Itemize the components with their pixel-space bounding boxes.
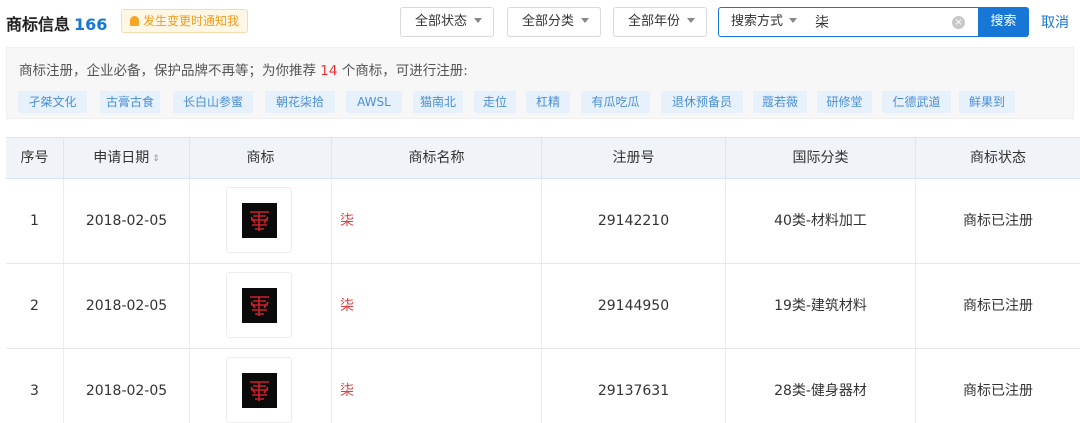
category-filter-label: 全部分类 bbox=[522, 14, 575, 29]
row-logo bbox=[190, 179, 332, 263]
recommend-tag[interactable]: 猫南北 bbox=[413, 91, 463, 113]
search-mode-label: 搜索方式 bbox=[731, 14, 784, 29]
row-regno: 29144950 bbox=[542, 264, 726, 348]
year-filter-dropdown[interactable]: 全部年份 bbox=[613, 7, 707, 37]
search-input[interactable] bbox=[815, 10, 945, 34]
bell-icon bbox=[130, 16, 139, 26]
col-logo-header: 商标 bbox=[190, 138, 332, 178]
row-name[interactable]: 柒 bbox=[332, 179, 542, 263]
notify-button[interactable]: 发生变更时通知我 bbox=[121, 9, 249, 33]
row-logo bbox=[190, 264, 332, 348]
trademark-thumbnail[interactable] bbox=[226, 187, 292, 253]
recommend-text-before: 商标注册，企业必备，保护品牌不再等；为你推荐 bbox=[19, 63, 321, 79]
recommend-tag[interactable]: 杠精 bbox=[526, 91, 570, 113]
trademark-image bbox=[242, 373, 277, 408]
row-logo bbox=[190, 349, 332, 423]
caret-down-icon bbox=[474, 18, 483, 23]
caret-down-icon bbox=[687, 18, 696, 23]
row-name[interactable]: 柒 bbox=[332, 349, 542, 423]
search-box: 搜索方式 × bbox=[718, 7, 978, 37]
recommend-tag[interactable]: 仁德武道 bbox=[882, 91, 951, 113]
year-filter-label: 全部年份 bbox=[628, 14, 681, 29]
notify-label: 发生变更时通知我 bbox=[143, 14, 240, 28]
table-row[interactable]: 2 2018-02-05 柒 29144950 19类-建筑材料 商标已注册 bbox=[6, 264, 1080, 349]
recommend-tag[interactable]: 有瓜吃瓜 bbox=[581, 91, 650, 113]
col-regno-header: 注册号 bbox=[542, 138, 726, 178]
caret-down-icon bbox=[789, 18, 798, 23]
recommend-tag[interactable]: 朝花柒拾 bbox=[265, 91, 335, 113]
search-button[interactable]: 搜索 bbox=[978, 7, 1029, 37]
page-title: 商标信息 166 bbox=[6, 11, 107, 35]
recommend-tags: 孑桀文化 古膏古食 长白山参蜜 朝花柒拾 AWSL 猫南北 走位 杠精 有瓜吃瓜… bbox=[18, 91, 1068, 113]
recommend-tag[interactable]: 走位 bbox=[474, 91, 516, 113]
col-date-label: 申请日期 bbox=[93, 150, 150, 166]
row-date: 2018-02-05 bbox=[64, 264, 190, 348]
trademark-image bbox=[242, 288, 277, 323]
row-name[interactable]: 柒 bbox=[332, 264, 542, 348]
row-class: 40类-材料加工 bbox=[726, 179, 916, 263]
recommend-count: 14 bbox=[320, 63, 338, 79]
recommend-tag[interactable]: AWSL bbox=[346, 91, 402, 113]
row-index: 1 bbox=[6, 179, 64, 263]
recommend-tag[interactable]: 孑桀文化 bbox=[18, 91, 87, 113]
col-status-header: 商标状态 bbox=[970, 150, 1026, 166]
recommend-tag[interactable]: 鲜果到 bbox=[959, 91, 1015, 113]
row-class: 28类-健身器材 bbox=[726, 349, 916, 423]
row-index: 3 bbox=[6, 349, 64, 423]
row-date: 2018-02-05 bbox=[64, 349, 190, 423]
recommend-tag[interactable]: 退休预备员 bbox=[661, 91, 743, 113]
trademark-image bbox=[242, 203, 277, 238]
trademark-thumbnail[interactable] bbox=[226, 357, 292, 423]
row-regno: 29142210 bbox=[542, 179, 726, 263]
table-header: 序号 申请日期 ⇕ 商标 商标名称 注册号 国际分类 商标状态 bbox=[6, 137, 1080, 179]
col-name-header: 商标名称 bbox=[332, 138, 542, 178]
row-status: 商标已注册 bbox=[963, 213, 1033, 229]
recommend-text: 商标注册，企业必备，保护品牌不再等；为你推荐 14 个商标，可进行注册: bbox=[19, 59, 468, 79]
result-count: 166 bbox=[74, 15, 108, 34]
row-regno: 29137631 bbox=[542, 349, 726, 423]
sort-icon[interactable]: ⇕ bbox=[152, 139, 160, 179]
search-mode-dropdown[interactable]: 搜索方式 bbox=[731, 8, 798, 36]
recommend-tag[interactable]: 长白山参蜜 bbox=[173, 91, 253, 113]
recommend-tag[interactable]: 蔻若薇 bbox=[753, 91, 807, 113]
row-status: 商标已注册 bbox=[963, 298, 1033, 314]
row-class: 19类-建筑材料 bbox=[726, 264, 916, 348]
trademark-thumbnail[interactable] bbox=[226, 272, 292, 338]
toolbar: 商标信息166 发生变更时通知我 全部状态 全部分类 全部年份 搜索方式 × 搜… bbox=[0, 0, 1080, 44]
status-filter-dropdown[interactable]: 全部状态 bbox=[400, 7, 494, 37]
row-index: 2 bbox=[6, 264, 64, 348]
page-title-text: 商标信息 bbox=[6, 15, 71, 34]
status-filter-label: 全部状态 bbox=[415, 14, 468, 29]
row-status: 商标已注册 bbox=[963, 383, 1033, 399]
clear-icon[interactable]: × bbox=[952, 16, 965, 29]
caret-down-icon bbox=[581, 18, 590, 23]
cancel-link[interactable]: 取消 bbox=[1041, 12, 1069, 32]
recommend-text-after: 个商标，可进行注册: bbox=[337, 63, 468, 79]
recommend-tag[interactable]: 研修堂 bbox=[817, 91, 872, 113]
col-class-header: 国际分类 bbox=[726, 138, 916, 178]
table-row[interactable]: 1 2018-02-05 柒 29142210 40类-材料加工 商标已注册 bbox=[6, 179, 1080, 264]
recommend-tag[interactable]: 古膏古食 bbox=[100, 91, 160, 113]
category-filter-dropdown[interactable]: 全部分类 bbox=[507, 7, 601, 37]
col-date-header[interactable]: 申请日期 ⇕ bbox=[64, 138, 190, 178]
row-date: 2018-02-05 bbox=[64, 179, 190, 263]
col-index-header: 序号 bbox=[6, 138, 64, 178]
recommend-panel: 商标注册，企业必备，保护品牌不再等；为你推荐 14 个商标，可进行注册: 孑桀文… bbox=[6, 47, 1074, 119]
trademark-table: 序号 申请日期 ⇕ 商标 商标名称 注册号 国际分类 商标状态 1 2018-02… bbox=[6, 137, 1080, 423]
table-row[interactable]: 3 2018-02-05 柒 29137631 28类-健身器材 商标已注册 bbox=[6, 349, 1080, 423]
